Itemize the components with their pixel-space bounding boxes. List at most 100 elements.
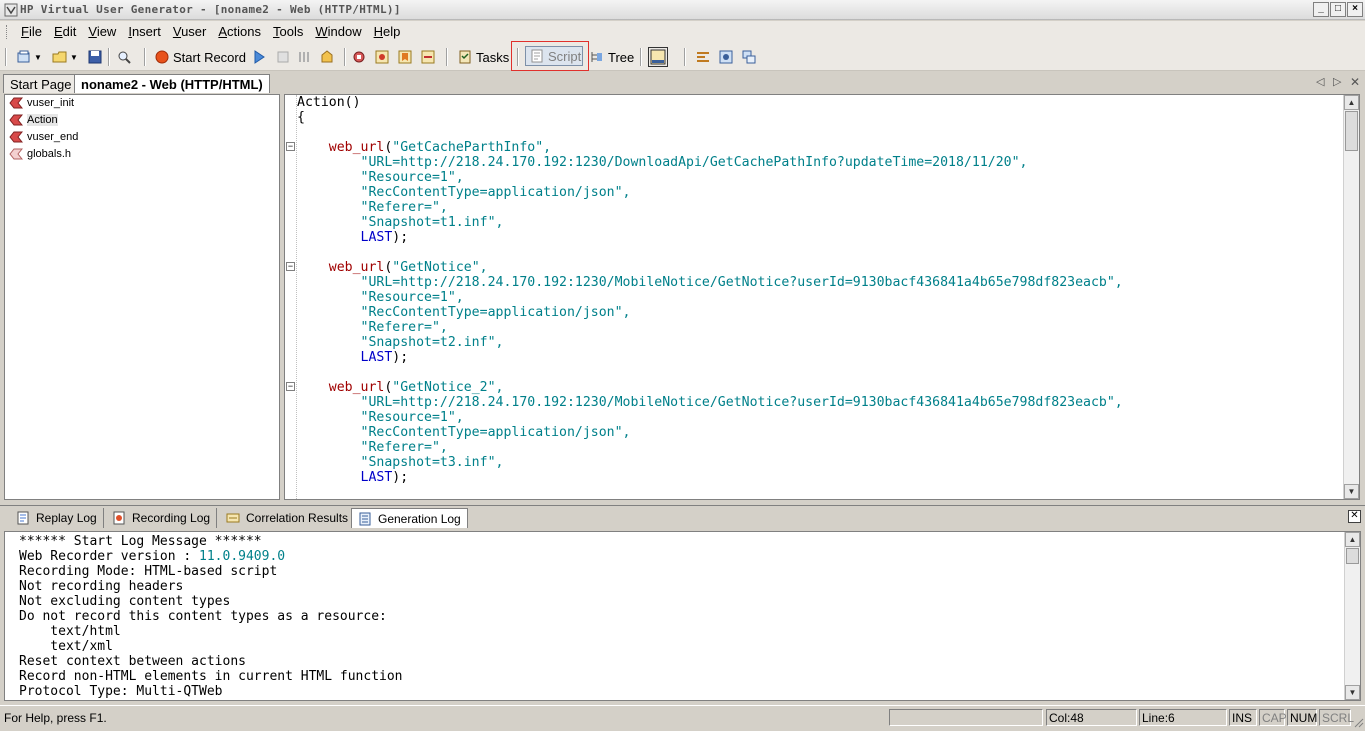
generation-log-pane[interactable]: ****** Start Log Message ****** Web Reco… xyxy=(4,531,1361,701)
output-close-icon[interactable]: ✕ xyxy=(1348,510,1361,523)
dropdown-arrow-icon[interactable]: ▼ xyxy=(34,53,42,62)
save-button[interactable] xyxy=(87,47,103,67)
tab-start-page[interactable]: Start Page xyxy=(3,74,79,93)
scroll-thumb[interactable] xyxy=(1345,111,1358,151)
menu-file[interactable]: File xyxy=(15,22,48,41)
toolbar-separator xyxy=(640,48,642,66)
log-line: ****** Start Log Message ****** xyxy=(19,534,262,549)
menu-vuser[interactable]: Vuser xyxy=(167,22,213,41)
pause-button[interactable] xyxy=(319,47,335,67)
keyword: LAST xyxy=(360,470,393,485)
string-literal: "GetNotice", xyxy=(392,260,488,275)
menu-edit[interactable]: Edit xyxy=(48,22,82,41)
tab-replay-log[interactable]: Replay Log xyxy=(10,508,104,528)
scroll-up-icon[interactable]: ▲ xyxy=(1345,532,1360,547)
code-line: Action() xyxy=(297,95,361,110)
tree-item-action[interactable]: Action xyxy=(9,112,58,128)
fold-toggle-icon[interactable]: − xyxy=(286,262,295,271)
step-button[interactable] xyxy=(297,47,313,67)
start-record-button[interactable]: Start Record xyxy=(154,47,246,67)
code-line: "RecContentType=application/json", xyxy=(297,305,1123,320)
string-literal: "RecContentType=application/json", xyxy=(360,425,631,440)
tab-close-icon[interactable]: ✕ xyxy=(1350,75,1360,89)
tab-next-icon[interactable]: ▷ xyxy=(1333,75,1341,88)
code-line: "URL=http://218.24.170.192:1230/MobileNo… xyxy=(297,275,1123,290)
close-button[interactable]: × xyxy=(1347,2,1363,17)
settings-icon xyxy=(697,52,709,62)
open-button[interactable]: ▼ xyxy=(52,47,78,67)
menu-grip[interactable] xyxy=(6,24,9,39)
tab-prev-icon[interactable]: ◁ xyxy=(1316,75,1324,88)
editor-scrollbar[interactable]: ▲ ▼ xyxy=(1343,95,1359,499)
tab-noname2[interactable]: noname2 - Web (HTTP/HTML) xyxy=(74,74,270,93)
transaction-button[interactable] xyxy=(420,47,436,67)
recording-options-icon xyxy=(719,50,733,64)
tasks-button[interactable]: Tasks xyxy=(457,47,509,67)
scroll-thumb[interactable] xyxy=(1346,548,1359,564)
fold-toggle-icon[interactable]: − xyxy=(286,382,295,391)
code-line: "Referer=", xyxy=(297,440,1123,455)
new-script-button[interactable]: ▼ xyxy=(16,47,42,67)
log-scrollbar[interactable]: ▲ ▼ xyxy=(1344,532,1360,700)
resize-grip-icon[interactable] xyxy=(1352,716,1364,728)
menu-help[interactable]: Help xyxy=(368,22,407,41)
string-literal: "Referer=", xyxy=(360,440,448,455)
tab-recording-log[interactable]: Recording Log xyxy=(106,508,218,528)
string-literal: "Snapshot=t1.inf", xyxy=(360,215,504,230)
menu-insert[interactable]: Insert xyxy=(122,22,167,41)
run-button[interactable] xyxy=(251,47,267,67)
output-toggle-button[interactable] xyxy=(648,47,668,67)
dropdown-arrow-icon[interactable]: ▼ xyxy=(70,53,78,62)
bookmark-button[interactable] xyxy=(397,47,413,67)
stop-button[interactable] xyxy=(275,47,291,67)
compile-icon xyxy=(353,51,365,63)
tree-item-label: vuser_end xyxy=(27,131,79,143)
document-tabs: Start Page noname2 - Web (HTTP/HTML) ◁ ▷… xyxy=(0,73,1365,94)
tab-correlation-results[interactable]: Correlation Results xyxy=(220,508,356,528)
find-button[interactable] xyxy=(116,47,132,67)
menu-actions[interactable]: Actions xyxy=(212,22,267,41)
scroll-down-icon[interactable]: ▼ xyxy=(1344,484,1359,499)
compile-button[interactable] xyxy=(351,47,367,67)
tree-view-button[interactable]: Tree xyxy=(589,47,634,67)
pause-icon xyxy=(321,50,333,63)
breakpoint-button[interactable] xyxy=(374,47,390,67)
status-pane-empty xyxy=(889,709,1043,726)
menu-view[interactable]: View xyxy=(82,22,122,41)
menu-tools[interactable]: Tools xyxy=(267,22,309,41)
code-line: "Referer=", xyxy=(297,200,1123,215)
windows-button[interactable] xyxy=(741,47,757,67)
window-title: HP Virtual User Generator - [noname2 - W… xyxy=(20,3,401,16)
scroll-down-icon[interactable]: ▼ xyxy=(1345,685,1360,700)
tree-item-globals[interactable]: globals.h xyxy=(9,146,71,162)
step-icon xyxy=(299,52,309,62)
tab-generation-log[interactable]: Generation Log xyxy=(351,508,468,528)
code-punct: ); xyxy=(392,350,409,365)
magnifier-icon xyxy=(118,51,131,64)
tree-item-vuser-end[interactable]: vuser_end xyxy=(9,129,78,145)
scroll-up-icon[interactable]: ▲ xyxy=(1344,95,1359,110)
start-record-label: Start Record xyxy=(173,49,246,65)
fold-toggle-icon[interactable]: − xyxy=(286,142,295,151)
log-label: Web Recorder version : xyxy=(19,549,200,564)
minimize-button[interactable]: _ xyxy=(1313,2,1329,17)
tree-item-vuser-init[interactable]: vuser_init xyxy=(9,95,74,111)
version-number: 11.0.9409.0 xyxy=(199,549,286,564)
record-icon xyxy=(155,50,169,64)
run-time-settings-button[interactable] xyxy=(695,47,711,67)
log-line: Record non-HTML elements in current HTML… xyxy=(19,669,403,684)
tasks-label: Tasks xyxy=(476,49,510,65)
action-icon xyxy=(9,97,23,109)
string-literal: "RecContentType=application/json", xyxy=(360,185,631,200)
maximize-button[interactable]: □ xyxy=(1330,2,1346,17)
save-icon xyxy=(88,50,102,64)
toolbar-separator xyxy=(344,48,346,66)
code-line: web_url("GetNotice", xyxy=(328,260,488,275)
string-literal: "RecContentType=application/json", xyxy=(360,305,631,320)
menu-window[interactable]: Window xyxy=(309,22,367,41)
code-text[interactable]: Action() { web_url("GetCacheParthInfo", … xyxy=(297,95,1123,485)
recording-options-button[interactable] xyxy=(718,47,734,67)
script-editor[interactable]: − − − Action() { web_url("GetCacheParthI… xyxy=(284,94,1360,500)
code-line: LAST); xyxy=(297,350,1123,365)
